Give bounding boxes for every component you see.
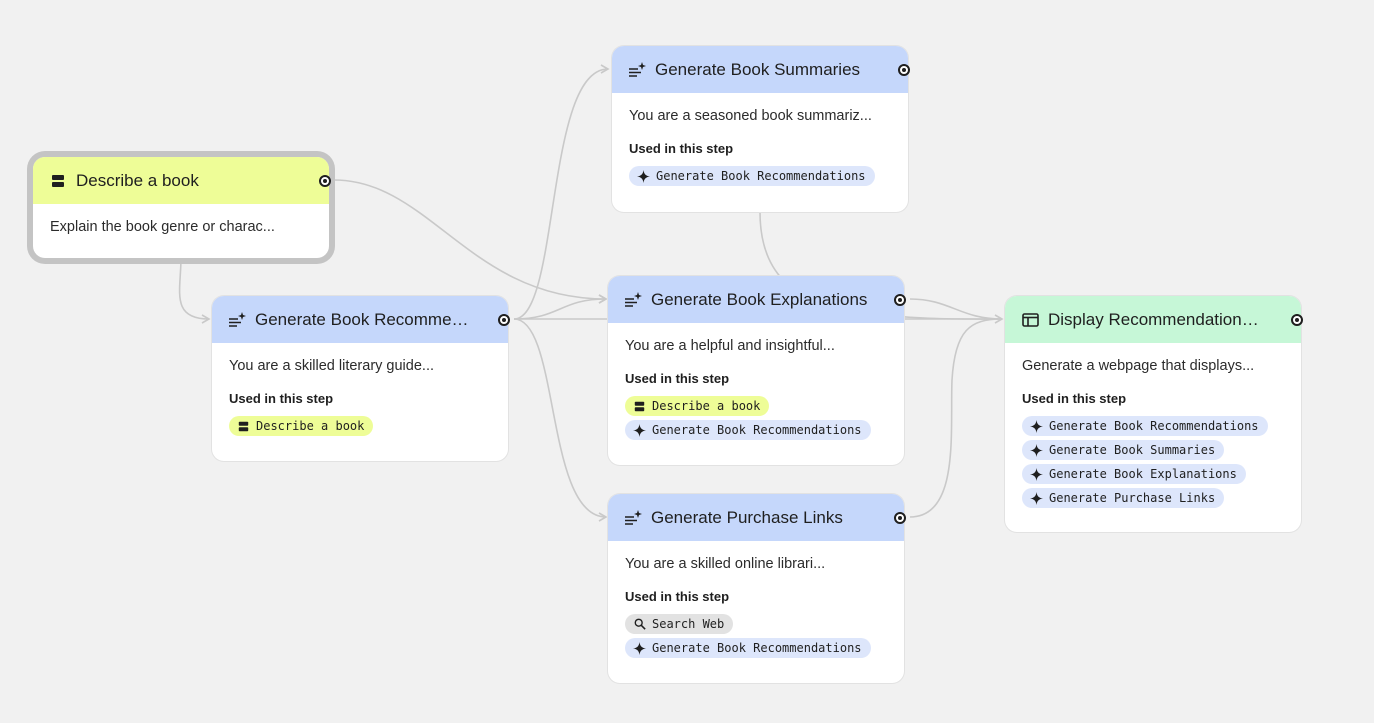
chip-generate-book-recommendations[interactable]: Generate Book Recommendations [625,638,871,658]
edge-recommendations-to-purchase [513,318,608,522]
used-in-step-label: Used in this step [625,589,730,604]
workflow-canvas[interactable]: Describe a book Explain the book genre o… [0,0,1374,723]
edge-describe-to-explanations [333,179,608,304]
edge-purchase-to-display [909,318,1003,518]
chip-label: Generate Purchase Links [1049,491,1216,505]
spark-icon [1030,419,1043,433]
node-description: You are a skilled literary guide... [229,358,434,374]
node-header[interactable]: Generate Purchase Links [608,494,906,541]
chip-label: Generate Book Explanations [1049,467,1237,481]
chip-generate-purchase-links[interactable]: Generate Purchase Links [1022,488,1225,508]
chip-label: Search Web [652,617,725,631]
search-icon [633,618,646,631]
chip-search-web[interactable]: Search Web [625,614,734,634]
used-in-step-label: Used in this step [229,391,334,406]
spark-icon [1030,467,1043,481]
chip-list: Generate Book Recommendations Generate B… [1022,416,1284,508]
output-port[interactable] [894,293,906,306]
edge-recommendations-to-summaries [513,64,610,320]
input-icon [237,420,250,433]
input-icon [49,172,67,190]
node-title: Generate Book Recommendations [255,309,474,329]
node-header[interactable]: Generate Book Recommendations [212,296,510,343]
node-description: You are a helpful and insightful... [625,338,835,354]
chip-generate-book-explanations[interactable]: Generate Book Explanations [1022,464,1246,484]
chip-generate-book-summaries[interactable]: Generate Book Summaries [1022,440,1225,460]
spark-icon [1030,491,1043,505]
node-generate-purchase-links[interactable]: Generate Purchase Links You are a skille… [608,494,906,683]
node-generate-book-explanations[interactable]: Generate Book Explanations You are a hel… [608,276,906,465]
chip-describe-a-book[interactable]: Describe a book [625,396,770,416]
node-title: Generate Book Explanations [651,289,868,309]
used-in-step-label: Used in this step [625,371,730,386]
node-description: You are a skilled online librari... [625,556,826,572]
used-in-step-label: Used in this step [629,141,734,156]
generate-text-icon [228,311,246,329]
output-port[interactable] [498,313,510,326]
node-display-recommendations-page[interactable]: Display Recommendations Page Generate a … [1005,296,1303,532]
chip-label: Describe a book [256,419,365,433]
generate-text-icon [624,291,642,309]
chip-generate-book-recommendations[interactable]: Generate Book Recommendations [625,420,871,440]
node-title: Generate Purchase Links [651,507,843,527]
node-title: Describe a book [76,170,199,190]
chip-list: Describe a book [229,416,491,436]
spark-icon [633,423,646,437]
chip-list: Generate Book Recommendations [629,166,891,186]
node-header[interactable]: Describe a book [33,157,331,204]
edge-explanations-to-display [909,298,1003,320]
web-page-icon [1021,311,1039,329]
node-title: Generate Book Summaries [655,59,861,79]
chip-generate-book-recommendations[interactable]: Generate Book Recommendations [1022,416,1268,436]
generate-text-icon [628,61,646,79]
chip-label: Generate Book Recommendations [1049,419,1259,433]
node-title: Display Recommendations Page [1048,309,1267,329]
edge-describe-to-recommendations [178,257,211,324]
generate-text-icon [624,509,642,527]
used-in-step-label: Used in this step [1022,391,1127,406]
output-port[interactable] [898,63,910,76]
chip-list: Search Web Generate Book Recommendations [625,614,887,658]
output-port[interactable] [1291,313,1303,326]
node-generate-book-recommendations[interactable]: Generate Book Recommendations You are a … [212,296,510,461]
chip-label: Generate Book Recommendations [652,423,862,437]
node-generate-book-summaries[interactable]: Generate Book Summaries You are a season… [612,46,910,212]
chip-generate-book-recommendations[interactable]: Generate Book Recommendations [629,166,875,186]
node-describe-a-book[interactable]: Describe a book Explain the book genre o… [33,157,331,258]
output-port[interactable] [894,511,906,524]
node-description: You are a seasoned book summariz... [629,108,872,124]
chip-label: Generate Book Summaries [1049,443,1216,457]
node-header[interactable]: Generate Book Summaries [612,46,910,93]
chip-label: Generate Book Recommendations [652,641,862,655]
spark-icon [1030,443,1043,457]
node-header[interactable]: Display Recommendations Page [1005,296,1303,343]
output-port[interactable] [319,174,331,187]
chip-list: Describe a book Generate Book Recommenda… [625,396,887,440]
input-icon [633,400,646,413]
spark-icon [637,169,650,183]
node-description: Generate a webpage that displays... [1022,358,1255,374]
chip-label: Generate Book Recommendations [656,169,866,183]
node-header[interactable]: Generate Book Explanations [608,276,906,323]
node-description: Explain the book genre or charac... [50,219,275,235]
chip-describe-a-book[interactable]: Describe a book [229,416,374,436]
chip-label: Describe a book [652,399,761,413]
edge-recommendations-to-explanations [513,294,608,320]
spark-icon [633,641,646,655]
